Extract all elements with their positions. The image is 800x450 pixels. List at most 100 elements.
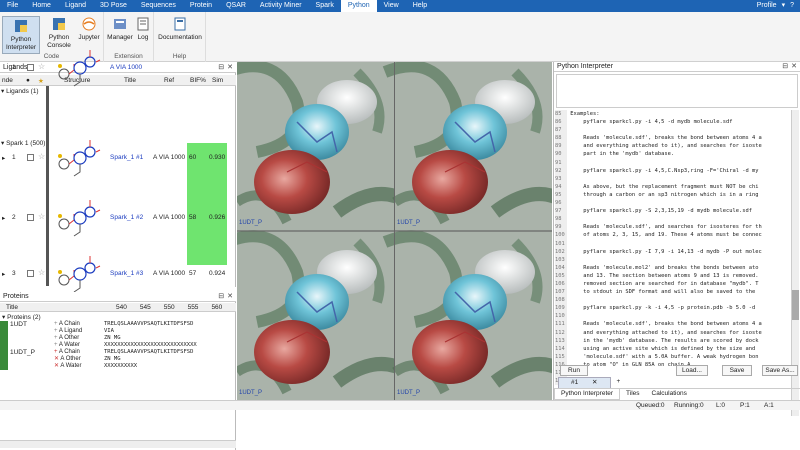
- chain-toggle-icon[interactable]: ✕: [54, 356, 59, 362]
- ligand-row[interactable]: ▸ 1 ☆ Spark_1 #1 A VIA 1000 60 0.930: [0, 134, 236, 184]
- chain-toggle-icon[interactable]: +: [54, 321, 58, 327]
- chain-sequence: XXXXXXXXXXXXXXXXXXXXXXXXXXXX: [104, 342, 197, 348]
- 3d-viewer-canvas[interactable]: [237, 62, 552, 400]
- save-as-button[interactable]: Save As...: [762, 365, 798, 376]
- chain-label: A Chain: [58, 349, 80, 355]
- menu-3d-pose[interactable]: 3D Pose: [93, 0, 134, 12]
- menu-python[interactable]: Python: [340, 0, 377, 12]
- tab-tiles[interactable]: Tiles: [620, 389, 645, 400]
- line-number: 88: [555, 134, 567, 143]
- expand-row-icon[interactable]: ▸: [2, 270, 5, 278]
- menu-sequences[interactable]: Sequences: [134, 0, 183, 12]
- proteins-group-header[interactable]: ▾ Proteins (2): [2, 313, 41, 321]
- row-visible-checkbox[interactable]: [27, 154, 34, 161]
- protein-name[interactable]: 1UDT: [10, 321, 27, 328]
- line-text: 'molecule.sdf' with a 5.0A buffer. A wea…: [570, 353, 759, 360]
- scroll-thumb[interactable]: [792, 290, 799, 320]
- pin-icon[interactable]: ⊟: [782, 62, 788, 72]
- chain-toggle-icon[interactable]: +: [54, 349, 58, 355]
- viewer-tile-1[interactable]: [237, 62, 407, 230]
- load-button[interactable]: Load...: [676, 365, 708, 376]
- code-line: 111 Reads 'molecule.sdf', breaks the bon…: [555, 320, 792, 329]
- log-button[interactable]: Log: [136, 16, 150, 42]
- row-star-icon[interactable]: ☆: [38, 152, 45, 161]
- documentation-button[interactable]: Documentation: [158, 16, 202, 42]
- close-icon[interactable]: ✕: [791, 62, 797, 72]
- line-text: and everything attached to it), and sear…: [570, 329, 762, 336]
- row-star-icon[interactable]: ☆: [38, 62, 45, 71]
- line-number: 85: [555, 110, 567, 119]
- chain-toggle-icon[interactable]: ✕: [54, 363, 59, 369]
- col-protein-title[interactable]: Title: [6, 304, 18, 311]
- line-number: 92: [555, 166, 567, 175]
- menu-view[interactable]: View: [377, 0, 406, 12]
- menu-home[interactable]: Home: [25, 0, 58, 12]
- manager-button[interactable]: Manager: [107, 16, 133, 42]
- help-icon[interactable]: ?: [790, 0, 794, 12]
- pin-icon[interactable]: ⊟: [218, 292, 224, 302]
- viewer-tile-3[interactable]: [237, 232, 407, 400]
- menu-ligand[interactable]: Ligand: [58, 0, 93, 12]
- code-line: 85 Examples:: [555, 110, 792, 119]
- save-button[interactable]: Save: [722, 365, 752, 376]
- viewer-tile-3-label: 1UDT_P: [239, 390, 263, 396]
- viewer-tile-2[interactable]: [385, 62, 552, 230]
- profile-area[interactable]: Profile ▾ ?: [757, 0, 794, 12]
- viewer-tile-4[interactable]: [385, 232, 552, 400]
- menu-activity-miner[interactable]: Activity Miner: [253, 0, 309, 12]
- menu-file[interactable]: File: [0, 0, 25, 12]
- menu-spark[interactable]: Spark: [309, 0, 341, 12]
- protein-name[interactable]: 1UDT_P: [10, 349, 35, 356]
- proteins-group-label: Proteins (2): [7, 314, 41, 321]
- protein-chain-row[interactable]: + A Chain TRELQSLAAAVVPSAQTLKITDFSFSD: [54, 349, 236, 356]
- chain-toggle-icon[interactable]: +: [54, 335, 58, 341]
- line-text: using an active site which is defined by…: [570, 345, 756, 352]
- chain-toggle-icon[interactable]: +: [54, 342, 58, 348]
- ligand-row[interactable]: ▸ 2 ☆ Spark_1 #2 A VIA 1000 58 0.926: [0, 194, 236, 244]
- protein-chain-row[interactable]: + A Other ZN MG: [54, 335, 236, 342]
- 3d-viewer[interactable]: 1UDT_P 1UDT_P 1UDT_P 1UDT_P: [237, 62, 552, 400]
- row-title[interactable]: A VIA 1000: [110, 64, 142, 71]
- tab-python-interpreter[interactable]: Python Interpreter: [554, 389, 621, 400]
- jupyter-button[interactable]: Jupyter: [76, 16, 102, 42]
- profile-arrow-icon[interactable]: ▾: [782, 0, 786, 12]
- close-tab-icon[interactable]: ✕: [586, 379, 603, 386]
- viewer-tile-4-label: 1UDT_P: [397, 390, 421, 396]
- ligand-structure: [58, 50, 101, 87]
- tab-calculations[interactable]: Calculations: [646, 389, 693, 400]
- ligand-row[interactable]: 1 ☆ A VIA 1000: [0, 44, 236, 94]
- menu-protein[interactable]: Protein: [183, 0, 219, 12]
- ruler-tick: 560: [211, 304, 223, 311]
- protein-chain-row[interactable]: + A Chain TRELQSLAAAVVPSAQTLKITDFSFSD: [54, 321, 236, 328]
- close-icon[interactable]: ✕: [227, 292, 233, 302]
- chain-sequence: XXXXXXXXXX: [104, 363, 138, 369]
- row-star-icon[interactable]: ☆: [38, 268, 45, 277]
- proteins-panel-header: Proteins ⊟ ✕: [0, 292, 236, 302]
- row-title[interactable]: Spark_1 #2: [110, 214, 143, 221]
- chain-toggle-icon[interactable]: +: [54, 328, 58, 334]
- script-tab-1-label: #1: [571, 379, 579, 386]
- interpreter-output[interactable]: [556, 74, 798, 108]
- expand-row-icon[interactable]: ▸: [2, 214, 5, 222]
- row-visible-checkbox[interactable]: [27, 214, 34, 221]
- chain-label: A Water: [60, 363, 82, 369]
- line-number: 103: [555, 255, 567, 264]
- run-button[interactable]: Run: [560, 365, 588, 376]
- code-line: 110: [555, 312, 792, 321]
- code-editor[interactable]: 85 Examples: 86 pyflare sparkcl.py -i 4,5…: [555, 110, 792, 416]
- row-star-icon[interactable]: ☆: [38, 212, 45, 221]
- row-title[interactable]: Spark_1 #3: [110, 270, 143, 277]
- expand-row-icon[interactable]: ▸: [2, 154, 5, 162]
- row-visible-checkbox[interactable]: [27, 270, 34, 277]
- menu-qsar[interactable]: QSAR: [219, 0, 253, 12]
- menu-help[interactable]: Help: [406, 0, 434, 12]
- protein-chain-row[interactable]: ✕ A Water XXXXXXXXXX: [54, 363, 236, 370]
- protein-chain-row[interactable]: + A Ligand VIA: [54, 328, 236, 335]
- proteins-hscrollbar[interactable]: [0, 440, 236, 448]
- protein-color-bar: [0, 321, 8, 349]
- profile-label[interactable]: Profile: [757, 0, 777, 12]
- row-title[interactable]: Spark_1 #1: [110, 154, 143, 161]
- protein-chain-row[interactable]: ✕ A Other ZN MG: [54, 356, 236, 363]
- row-visible-checkbox[interactable]: [27, 64, 34, 71]
- protein-chain-row[interactable]: + A Water XXXXXXXXXXXXXXXXXXXXXXXXXXXX: [54, 342, 236, 349]
